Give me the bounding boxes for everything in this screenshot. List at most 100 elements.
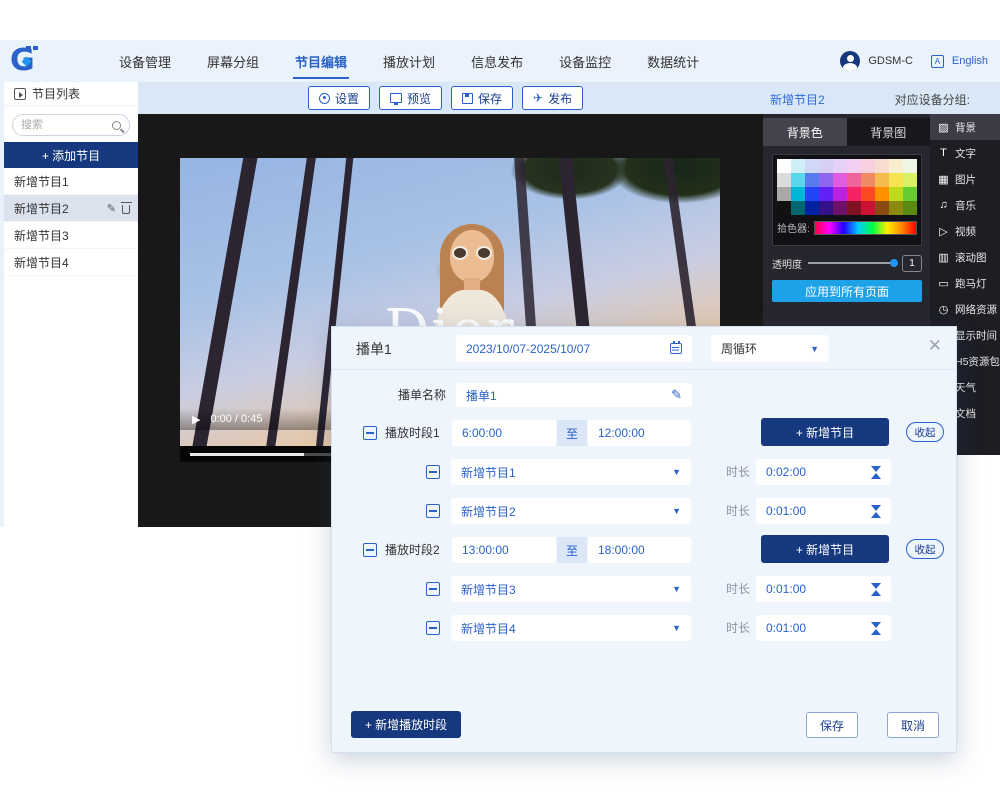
- hourglass-icon[interactable]: [871, 622, 881, 635]
- program-select[interactable]: 新增节目4 ▼: [451, 615, 691, 641]
- color-swatch[interactable]: [819, 159, 833, 173]
- playlist-name-input[interactable]: 播单1 ✎: [456, 383, 692, 407]
- duration-input[interactable]: 0:02:00: [756, 459, 891, 485]
- color-swatch[interactable]: [847, 159, 861, 173]
- color-swatch[interactable]: [777, 159, 791, 173]
- color-swatch[interactable]: [777, 201, 791, 215]
- color-swatch[interactable]: [805, 173, 819, 187]
- color-swatch[interactable]: [861, 187, 875, 201]
- color-swatch[interactable]: [791, 187, 805, 201]
- color-swatch[interactable]: [889, 201, 903, 215]
- nav-item-5[interactable]: 信息发布: [467, 40, 527, 83]
- color-swatch[interactable]: [903, 201, 917, 215]
- color-swatch[interactable]: [861, 201, 875, 215]
- opacity-slider[interactable]: [808, 262, 896, 264]
- duration-input[interactable]: 0:01:00: [756, 615, 891, 641]
- color-swatch[interactable]: [861, 159, 875, 173]
- add-program-to-section-button[interactable]: + 新增节目: [761, 535, 889, 563]
- color-swatch[interactable]: [889, 173, 903, 187]
- rail-item-image[interactable]: ▦图片: [930, 166, 1000, 192]
- remove-section-icon[interactable]: [363, 426, 377, 440]
- section2-start-time[interactable]: 13:00:00: [452, 537, 556, 563]
- program-list-item[interactable]: 新增节目1: [4, 168, 138, 195]
- rail-item-scroll[interactable]: ▥滚动图: [930, 244, 1000, 270]
- color-swatch[interactable]: [889, 187, 903, 201]
- color-swatch[interactable]: [847, 201, 861, 215]
- slider-thumb[interactable]: [890, 259, 898, 267]
- trash-icon[interactable]: [122, 205, 130, 214]
- color-swatch[interactable]: [833, 187, 847, 201]
- add-program-button[interactable]: + 添加节目: [4, 142, 138, 168]
- program-select[interactable]: 新增节目2 ▼: [451, 498, 691, 524]
- color-swatch[interactable]: [833, 173, 847, 187]
- search-icon[interactable]: [112, 121, 121, 130]
- color-swatch[interactable]: [903, 159, 917, 173]
- play-icon[interactable]: ▶: [192, 413, 200, 426]
- hourglass-icon[interactable]: [871, 505, 881, 518]
- color-swatch[interactable]: [903, 173, 917, 187]
- color-swatch[interactable]: [791, 173, 805, 187]
- collapse-button[interactable]: 收起: [906, 422, 944, 442]
- program-list-item[interactable]: 新增节目2✎: [4, 195, 138, 222]
- program-list-item[interactable]: 新增节目3: [4, 222, 138, 249]
- opacity-value[interactable]: 1: [902, 255, 922, 272]
- rail-item-music[interactable]: ♫音乐: [930, 192, 1000, 218]
- rail-item-background[interactable]: ▨背景: [930, 114, 1000, 140]
- modal-save-button[interactable]: 保存: [806, 712, 858, 738]
- color-swatch[interactable]: [903, 187, 917, 201]
- remove-item-icon[interactable]: [426, 504, 440, 518]
- remove-item-icon[interactable]: [426, 465, 440, 479]
- color-swatch[interactable]: [833, 201, 847, 215]
- calendar-icon[interactable]: [670, 343, 682, 354]
- program-select[interactable]: 新增节目3 ▼: [451, 576, 691, 602]
- hourglass-icon[interactable]: [871, 466, 881, 479]
- color-swatch[interactable]: [875, 173, 889, 187]
- edit-pencil-icon[interactable]: ✎: [671, 387, 682, 403]
- color-swatch[interactable]: [791, 159, 805, 173]
- rail-item-video[interactable]: ▷视频: [930, 218, 1000, 244]
- add-playback-section-button[interactable]: + 新增播放时段: [351, 711, 461, 738]
- apply-all-pages-button[interactable]: 应用到所有页面: [772, 280, 922, 302]
- search-box[interactable]: [12, 114, 130, 136]
- nav-item-6[interactable]: 设备监控: [555, 40, 615, 83]
- language-switch[interactable]: English: [952, 55, 988, 67]
- add-program-to-section-button[interactable]: + 新增节目: [761, 418, 889, 446]
- rail-item-network[interactable]: ◷网络资源: [930, 296, 1000, 322]
- color-swatch[interactable]: [847, 173, 861, 187]
- color-swatch[interactable]: [819, 201, 833, 215]
- close-icon[interactable]: ✕: [928, 337, 942, 354]
- color-picker-bar[interactable]: [814, 221, 917, 235]
- tab-background-image[interactable]: 背景图: [847, 118, 931, 146]
- hourglass-icon[interactable]: [871, 583, 881, 596]
- user-name[interactable]: GDSM-C: [868, 55, 913, 67]
- publish-button[interactable]: ✈发布: [522, 86, 583, 110]
- preview-button[interactable]: 预览: [379, 86, 442, 110]
- remove-section-icon[interactable]: [363, 543, 377, 557]
- color-swatch[interactable]: [833, 159, 847, 173]
- collapse-button[interactable]: 收起: [906, 539, 944, 559]
- color-swatch[interactable]: [819, 187, 833, 201]
- tab-background-color[interactable]: 背景色: [763, 118, 847, 146]
- duration-input[interactable]: 0:01:00: [756, 498, 891, 524]
- save-button[interactable]: 保存: [451, 86, 513, 110]
- remove-item-icon[interactable]: [426, 582, 440, 596]
- color-swatch[interactable]: [861, 173, 875, 187]
- rail-item-text[interactable]: T文字: [930, 140, 1000, 166]
- settings-button[interactable]: 设置: [308, 86, 370, 110]
- nav-item-1[interactable]: 设备管理: [115, 40, 175, 83]
- edit-pencil-icon[interactable]: ✎: [107, 202, 116, 215]
- repeat-mode-select[interactable]: 周循环 ▼: [711, 335, 829, 362]
- program-list-item[interactable]: 新增节目4: [4, 249, 138, 276]
- color-swatch[interactable]: [791, 201, 805, 215]
- color-swatch[interactable]: [847, 187, 861, 201]
- section1-end-time[interactable]: 12:00:00: [588, 420, 691, 446]
- color-swatch[interactable]: [777, 173, 791, 187]
- color-swatch[interactable]: [805, 201, 819, 215]
- color-swatch[interactable]: [875, 159, 889, 173]
- program-select[interactable]: 新增节目1 ▼: [451, 459, 691, 485]
- nav-item-2[interactable]: 屏幕分组: [203, 40, 263, 83]
- color-swatch[interactable]: [875, 187, 889, 201]
- color-swatch[interactable]: [777, 187, 791, 201]
- section1-start-time[interactable]: 6:00:00: [452, 420, 556, 446]
- color-swatch[interactable]: [805, 187, 819, 201]
